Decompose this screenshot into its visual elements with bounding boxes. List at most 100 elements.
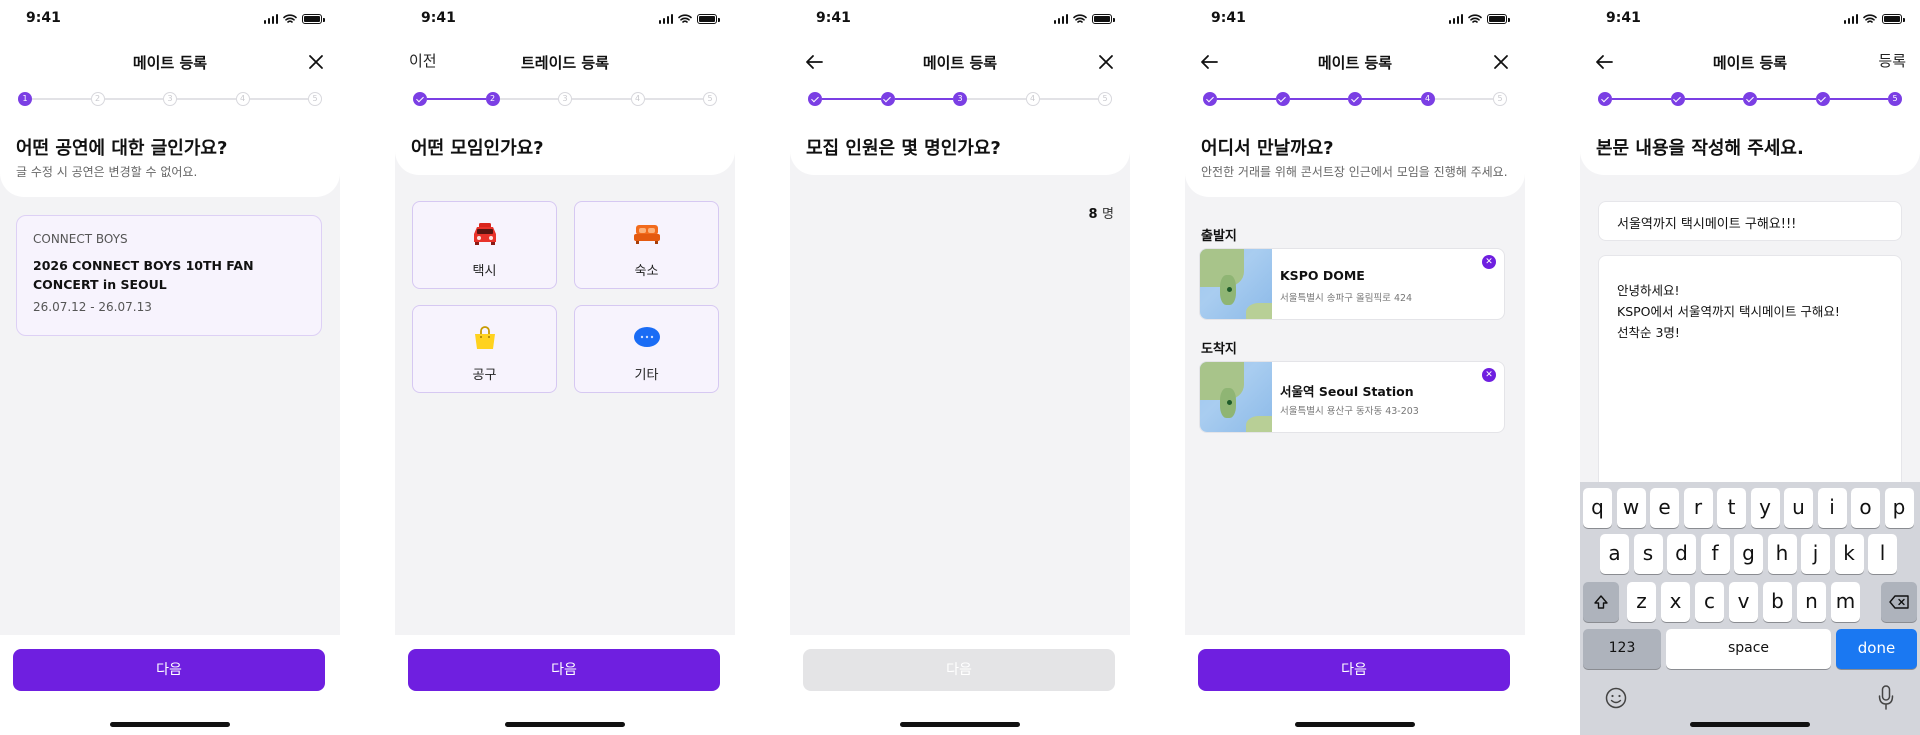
nav-header: 메이트 등록 등록: [1580, 48, 1920, 76]
page-title: 메이트 등록: [1317, 54, 1393, 72]
key-l[interactable]: l: [1868, 534, 1897, 574]
close-icon[interactable]: [1094, 50, 1118, 74]
key-c[interactable]: c: [1695, 582, 1724, 622]
key-j[interactable]: j: [1801, 534, 1830, 574]
key-q[interactable]: q: [1583, 488, 1612, 528]
stepper-connector: [177, 98, 236, 100]
step-indicator: [1815, 92, 1830, 106]
key-n[interactable]: n: [1797, 582, 1826, 622]
close-icon[interactable]: [1489, 50, 1513, 74]
submit-button[interactable]: 등록: [1878, 50, 1906, 71]
step-indicator: [1670, 92, 1685, 106]
stepper-connector: [572, 98, 631, 100]
concert-date: 26.07.12 - 26.07.13: [33, 300, 152, 314]
step-indicator: 3: [558, 92, 572, 106]
key-r[interactable]: r: [1683, 488, 1713, 528]
key-h[interactable]: h: [1767, 534, 1797, 574]
count-number: 8: [1088, 207, 1098, 222]
step-indicator: [1348, 92, 1362, 106]
key-k[interactable]: k: [1834, 534, 1864, 574]
status-time: 9:41: [816, 10, 851, 26]
key-p[interactable]: p: [1884, 488, 1914, 528]
step-indicator: 5: [308, 92, 322, 106]
key-o[interactable]: o: [1851, 488, 1880, 528]
wifi-icon: [1863, 14, 1877, 23]
space-key[interactable]: space: [1666, 629, 1831, 669]
progress-stepper: 5: [1598, 92, 1902, 106]
key-i[interactable]: i: [1817, 488, 1847, 528]
key-a[interactable]: a: [1600, 534, 1629, 574]
departure-label: 출발지: [1201, 229, 1237, 244]
step-indicator: 2: [485, 92, 500, 106]
step-indicator: 3: [953, 92, 967, 106]
stepper-connector: [1684, 98, 1743, 100]
question-subtext: 안전한 거래를 위해 콘서트장 인근에서 모임을 진행해 주세요.: [1201, 165, 1508, 179]
shift-key[interactable]: [1583, 582, 1619, 622]
question-heading: 어디서 만날까요?: [1201, 138, 1334, 159]
page-title: 메이트 등록: [132, 54, 208, 72]
step-indicator: [1743, 92, 1757, 106]
numbers-key[interactable]: 123: [1583, 629, 1661, 669]
key-v[interactable]: v: [1729, 582, 1758, 622]
next-button[interactable]: 다음: [408, 649, 720, 691]
key-y[interactable]: y: [1750, 488, 1780, 528]
key-x[interactable]: x: [1661, 582, 1690, 622]
concert-artist: CONNECT BOYS: [33, 232, 128, 246]
key-w[interactable]: w: [1616, 488, 1646, 528]
key-b[interactable]: b: [1763, 582, 1792, 622]
progress-stepper: 2 3 4 5: [413, 92, 717, 106]
key-t[interactable]: t: [1717, 488, 1746, 528]
concert-card[interactable]: CONNECT BOYS 2026 CONNECT BOYS 10TH FAN …: [16, 215, 322, 336]
map-thumbnail: [1200, 249, 1272, 319]
remove-place-icon[interactable]: ✕: [1482, 255, 1496, 269]
nav-header: 메이트 등록: [790, 48, 1130, 76]
next-button[interactable]: 다음: [1198, 649, 1510, 691]
status-time: 9:41: [421, 10, 456, 26]
stepper-connector: [967, 98, 1026, 100]
step-indicator: 5: [1888, 92, 1902, 106]
step-indicator: [808, 92, 822, 106]
departure-card[interactable]: KSPO DOME 서울특별시 송파구 올림픽로 424 ✕: [1199, 248, 1505, 320]
microphone-icon[interactable]: [1878, 685, 1894, 711]
key-z[interactable]: z: [1627, 582, 1656, 622]
done-key[interactable]: done: [1836, 629, 1917, 669]
post-title-input[interactable]: 서울역까지 택시메이트 구해요!!!: [1598, 201, 1902, 241]
category-taxi[interactable]: 택시: [412, 201, 557, 289]
arrival-label: 도착지: [1201, 342, 1237, 357]
step-indicator: 2: [90, 92, 105, 106]
bed-icon: [634, 225, 660, 244]
bottom-bar: 다음: [790, 635, 1130, 735]
nav-header: 메이트 등록: [1185, 48, 1525, 76]
status-bar: 9:41: [0, 0, 340, 40]
stepper-connector: [249, 98, 308, 100]
category-lodging[interactable]: 숙소: [574, 201, 719, 289]
member-count-value[interactable]: 8 명: [1088, 203, 1114, 222]
signal-icon: [1448, 14, 1463, 24]
key-s[interactable]: s: [1633, 534, 1663, 574]
arrival-card[interactable]: 서울역 Seoul Station 서울특별시 용산구 동자동 43-203 ✕: [1199, 361, 1505, 433]
count-unit: 명: [1102, 207, 1114, 222]
key-e[interactable]: e: [1650, 488, 1679, 528]
category-group-buy[interactable]: 공구: [412, 305, 557, 393]
home-indicator: [505, 722, 625, 727]
category-etc[interactable]: 기타: [574, 305, 719, 393]
remove-place-icon[interactable]: ✕: [1482, 368, 1496, 382]
signal-icon: [1053, 14, 1068, 24]
key-m[interactable]: m: [1831, 582, 1860, 622]
backspace-key[interactable]: [1881, 582, 1917, 622]
next-button[interactable]: 다음: [13, 649, 325, 691]
close-icon[interactable]: [304, 50, 328, 74]
backspace-icon: [1889, 595, 1909, 609]
place-name: 서울역 Seoul Station: [1280, 384, 1414, 399]
status-time: 9:41: [1211, 10, 1246, 26]
key-d[interactable]: d: [1667, 534, 1696, 574]
wifi-icon: [283, 14, 297, 23]
signal-icon: [658, 14, 673, 24]
emoji-icon[interactable]: [1605, 687, 1627, 709]
key-f[interactable]: f: [1700, 534, 1730, 574]
key-u[interactable]: u: [1784, 488, 1813, 528]
status-bar: 9:41: [790, 0, 1130, 40]
post-body-input[interactable]: 안녕하세요! KSPO에서 서울역까지 택시메이트 구해요! 선착순 3명!: [1598, 255, 1902, 495]
next-button[interactable]: 다음: [803, 649, 1115, 691]
key-g[interactable]: g: [1734, 534, 1763, 574]
